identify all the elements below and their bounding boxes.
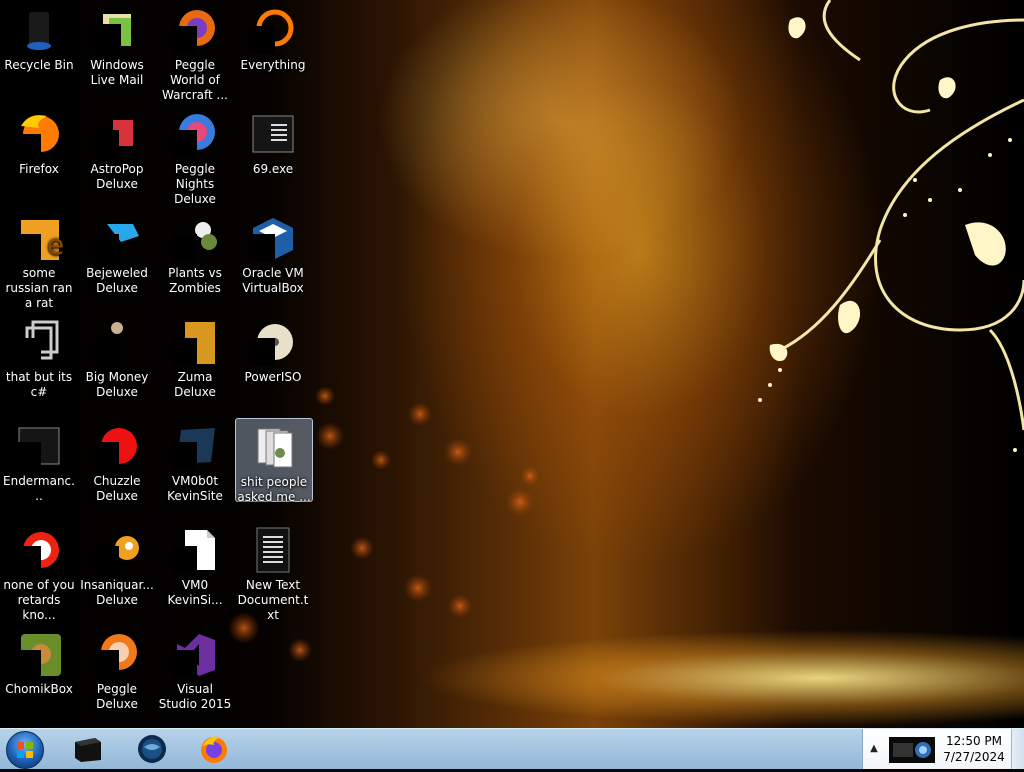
peggle-deluxe-icon [93,630,141,678]
desktop-icon-folder[interactable]: shit people asked me ... [235,418,313,504]
system-clock[interactable]: 12:50 PM 7/27/2024 [943,733,1005,765]
desktop-icon-everything-search[interactable]: Everything [235,2,311,73]
taskbar-app-1[interactable] [60,731,116,767]
desktop-icon-plants-vs-zombies[interactable]: Plants vs Zombies [157,210,233,296]
show-desktop-button[interactable] [1011,729,1024,769]
shortcut-file-icon [15,318,63,366]
black-box-app-icon [75,738,101,762]
desktop-icon-label: Visual Studio 2015 [158,682,232,711]
desktop-icon-virtualbox[interactable]: Oracle VM VirtualBox [235,210,311,296]
desktop-icon-label: AstroPop Deluxe [90,162,144,191]
peggle-nights-icon [171,110,219,158]
desktop-icon-label: Windows Live Mail [90,58,144,87]
endermanch-icon [15,422,63,470]
desktop-icon-poweriso[interactable]: PowerISO [235,314,311,385]
firefox-icon [201,736,227,763]
desktop-icon-peggle-world-of-warcraft[interactable]: Peggle World of Warcraft ... [157,2,233,103]
virtual-machine-icon [889,737,935,763]
desktop-icon-label: PowerISO [244,370,302,384]
taskbar-firefox[interactable] [186,731,242,767]
desktop-icon-label: Everything [240,58,306,72]
desktop-icon-label: Zuma Deluxe [174,370,216,399]
desktop-icon-insaniquarium[interactable]: Insaniquar... Deluxe [79,522,155,608]
desktop-icon-bejeweled[interactable]: Bejeweled Deluxe [79,210,155,296]
visual-studio-icon [171,630,219,678]
big-money-icon [93,318,141,366]
peggle-world-of-warcraft-icon [171,6,219,54]
document-file-icon [171,526,219,574]
text-document-icon [249,526,297,574]
desktop-icon-label: Peggle Deluxe [96,682,138,711]
virtualbox-icon [249,214,297,262]
svg-text:e: e [47,228,63,261]
firefox-icon [15,110,63,158]
desktop-icon-document-file[interactable]: VM0 KevinSi... [157,522,233,608]
desktop-icon-big-money[interactable]: Big Money Deluxe [79,314,155,400]
desktop-icon-label: Recycle Bin [4,58,74,72]
zuma-icon [171,318,219,366]
desktop-icon-exe-file[interactable]: 69.exe [235,106,311,177]
desktop-icon-windows-live-mail[interactable]: Windows Live Mail [79,2,155,88]
bejeweled-icon [93,214,141,262]
folder-icon [250,423,298,471]
windows-live-mail-icon [93,6,141,54]
desktop-icon-label: 69.exe [252,162,294,176]
desktop-icon-chuzzle[interactable]: Chuzzle Deluxe [79,418,155,504]
globe-app-icon [138,735,166,763]
desktop-icon-peggle-nights[interactable]: Peggle Nights Deluxe [157,106,233,207]
desktop-icon-none-of-you[interactable]: none of you retards kno... [1,522,77,623]
astropop-icon [93,110,141,158]
exe-file-icon [249,110,297,158]
desktop-icon-label: Chuzzle Deluxe [93,474,141,503]
desktop-icon-astropop[interactable]: AstroPop Deluxe [79,106,155,192]
show-hidden-icons-button[interactable]: ▲ [867,741,881,757]
desktop-icon-russian-rat[interactable]: e some russian ran a rat [1,210,77,311]
desktop-icon-label: VM0 KevinSi... [167,578,223,607]
desktop-icon-label: Peggle World of Warcraft ... [162,58,228,102]
desktop-icon-chomikbox[interactable]: ChomikBox [1,626,77,697]
desktop-icon-endermanch[interactable]: Endermanc... [1,418,77,504]
desktop-icon-label: Oracle VM VirtualBox [242,266,304,295]
none-of-you-icon [15,526,63,574]
clock-date: 7/27/2024 [943,750,1005,764]
taskbar: ▲ 12:50 PM 7/27/2024 [0,728,1024,769]
recycle-bin-icon [15,6,63,54]
russian-rat-icon: e [15,214,63,262]
windows-logo-icon [17,742,33,758]
insaniquarium-icon [93,526,141,574]
chomikbox-icon [15,630,63,678]
desktop-icon-label: ChomikBox [5,682,73,696]
desktop-icon-zuma[interactable]: Zuma Deluxe [157,314,233,400]
desktop-icon-label: Insaniquar... Deluxe [80,578,154,607]
desktop-icon-label: Plants vs Zombies [168,266,222,295]
desktop-icon-shortcut-file[interactable]: that but its c# [1,314,77,400]
taskbar-app-2[interactable] [124,731,180,767]
desktop-icon-label: that but its c# [5,370,73,399]
poweriso-icon [249,318,297,366]
plants-vs-zombies-icon [171,214,219,262]
desktop-icon-firefox[interactable]: Firefox [1,106,77,177]
vm0b0t-kevinsite-icon [171,422,219,470]
desktop-icon-text-document[interactable]: New Text Document.txt [235,522,311,623]
desktop-icon-visual-studio[interactable]: Visual Studio 2015 [157,626,233,712]
desktop-icon-label: Peggle Nights Deluxe [174,162,216,206]
desktop-icon-label: Endermanc... [3,474,75,503]
desktop-icon-peggle-deluxe[interactable]: Peggle Deluxe [79,626,155,712]
desktop-icon-label: Big Money Deluxe [85,370,149,399]
everything-search-icon [249,6,297,54]
desktop-icon-label: some russian ran a rat [5,266,73,310]
desktop-icon-label: Bejeweled Deluxe [86,266,148,295]
desktop-icon-vm0b0t-kevinsite[interactable]: VM0b0t KevinSite [157,418,233,504]
chuzzle-icon [93,422,141,470]
clock-time: 12:50 PM [946,734,1002,748]
desktop-icon-label: Firefox [19,162,59,176]
notification-area: ▲ 12:50 PM 7/27/2024 [862,729,1024,769]
desktop-icon-label: New Text Document.txt [237,578,309,622]
desktop-icon-label: shit people asked me ... [237,475,311,504]
start-button[interactable] [6,731,44,769]
desktop-icon-label: none of you retards kno... [3,578,75,622]
desktop-icon-recycle-bin[interactable]: Recycle Bin [1,2,77,73]
vm-tray-icon[interactable] [887,733,937,765]
desktop-icon-label: VM0b0t KevinSite [167,474,223,503]
